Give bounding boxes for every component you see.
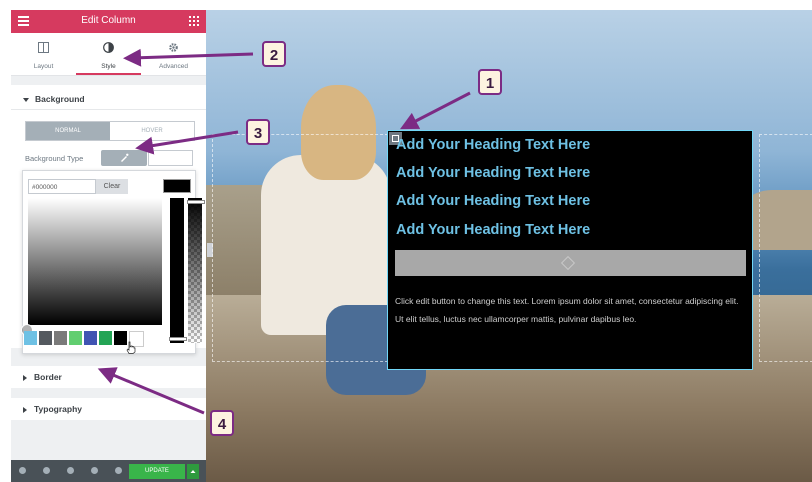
arrow-2 [123, 48, 254, 67]
annotation-arrows [97, 48, 471, 415]
annotation-badge-3: 3 [246, 119, 270, 145]
annotation-badge-2: 2 [262, 41, 286, 67]
annotation-badge-4: 4 [210, 410, 234, 436]
arrow-3 [135, 130, 239, 155]
arrow-4 [97, 367, 205, 415]
arrow-1 [400, 91, 471, 130]
annotation-badge-1: 1 [478, 69, 502, 95]
